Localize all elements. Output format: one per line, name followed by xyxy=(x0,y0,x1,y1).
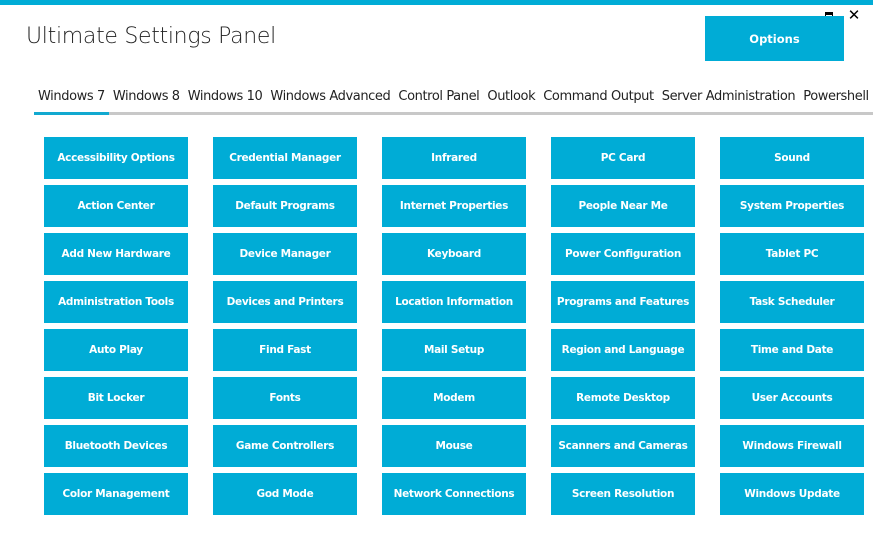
tile-administration-tools[interactable]: Administration Tools xyxy=(44,281,188,323)
tab-windows-7[interactable]: Windows 7 xyxy=(34,88,109,115)
tile-mouse[interactable]: Mouse xyxy=(382,425,526,467)
tile-windows-update[interactable]: Windows Update xyxy=(720,473,864,515)
tile-region-and-language[interactable]: Region and Language xyxy=(551,329,695,371)
settings-tile-grid: Accessibility Options Action Center Add Ne… xyxy=(44,137,864,515)
tile-device-manager[interactable]: Device Manager xyxy=(213,233,357,275)
tile-default-programs[interactable]: Default Programs xyxy=(213,185,357,227)
tile-find-fast[interactable]: Find Fast xyxy=(213,329,357,371)
tile-internet-properties[interactable]: Internet Properties xyxy=(382,185,526,227)
close-button[interactable]: ✕ xyxy=(847,6,861,24)
tile-mail-setup[interactable]: Mail Setup xyxy=(382,329,526,371)
tile-tablet-pc[interactable]: Tablet PC xyxy=(720,233,864,275)
tile-scanners-and-cameras[interactable]: Scanners and Cameras xyxy=(551,425,695,467)
window-accent-bar xyxy=(0,0,873,5)
tile-task-scheduler[interactable]: Task Scheduler xyxy=(720,281,864,323)
tile-bit-locker[interactable]: Bit Locker xyxy=(44,377,188,419)
tile-color-management[interactable]: Color Management xyxy=(44,473,188,515)
tile-system-properties[interactable]: System Properties xyxy=(720,185,864,227)
tile-action-center[interactable]: Action Center xyxy=(44,185,188,227)
tile-infrared[interactable]: Infrared xyxy=(382,137,526,179)
tile-accessibility-options[interactable]: Accessibility Options xyxy=(44,137,188,179)
tile-god-mode[interactable]: God Mode xyxy=(213,473,357,515)
tab-powershell[interactable]: Powershell xyxy=(799,88,873,112)
tab-list: Windows 7 Windows 8 Windows 10 Windows Adva… xyxy=(34,88,873,115)
tile-bluetooth-devices[interactable]: Bluetooth Devices xyxy=(44,425,188,467)
close-icon: ✕ xyxy=(847,6,861,24)
tab-windows-advanced[interactable]: Windows Advanced xyxy=(266,88,394,112)
tile-screen-resolution[interactable]: Screen Resolution xyxy=(551,473,695,515)
tile-add-new-hardware[interactable]: Add New Hardware xyxy=(44,233,188,275)
tab-server-administration[interactable]: Server Administration xyxy=(658,88,800,112)
tile-people-near-me[interactable]: People Near Me xyxy=(551,185,695,227)
tile-fonts[interactable]: Fonts xyxy=(213,377,357,419)
tab-bar-underline xyxy=(34,112,873,115)
tile-location-information[interactable]: Location Information xyxy=(382,281,526,323)
tile-sound[interactable]: Sound xyxy=(720,137,864,179)
tile-modem[interactable]: Modem xyxy=(382,377,526,419)
tab-windows-10[interactable]: Windows 10 xyxy=(184,88,267,112)
options-button[interactable]: Options xyxy=(705,16,844,61)
tile-time-and-date[interactable]: Time and Date xyxy=(720,329,864,371)
tab-command-output[interactable]: Command Output xyxy=(539,88,658,112)
tile-devices-and-printers[interactable]: Devices and Printers xyxy=(213,281,357,323)
tile-windows-firewall[interactable]: Windows Firewall xyxy=(720,425,864,467)
tab-windows-8[interactable]: Windows 8 xyxy=(109,88,184,112)
tile-network-connections[interactable]: Network Connections xyxy=(382,473,526,515)
tile-remote-desktop[interactable]: Remote Desktop xyxy=(551,377,695,419)
tile-user-accounts[interactable]: User Accounts xyxy=(720,377,864,419)
tile-auto-play[interactable]: Auto Play xyxy=(44,329,188,371)
tile-programs-and-features[interactable]: Programs and Features xyxy=(551,281,695,323)
tile-pc-card[interactable]: PC Card xyxy=(551,137,695,179)
tab-control-panel[interactable]: Control Panel xyxy=(394,88,483,112)
tile-power-configuration[interactable]: Power Configuration xyxy=(551,233,695,275)
tile-credential-manager[interactable]: Credential Manager xyxy=(213,137,357,179)
app-title: Ultimate Settings Panel xyxy=(26,24,276,49)
tab-outlook[interactable]: Outlook xyxy=(483,88,539,112)
tile-keyboard[interactable]: Keyboard xyxy=(382,233,526,275)
tab-bar: Windows 7 Windows 8 Windows 10 Windows Adva… xyxy=(34,88,873,115)
tile-game-controllers[interactable]: Game Controllers xyxy=(213,425,357,467)
